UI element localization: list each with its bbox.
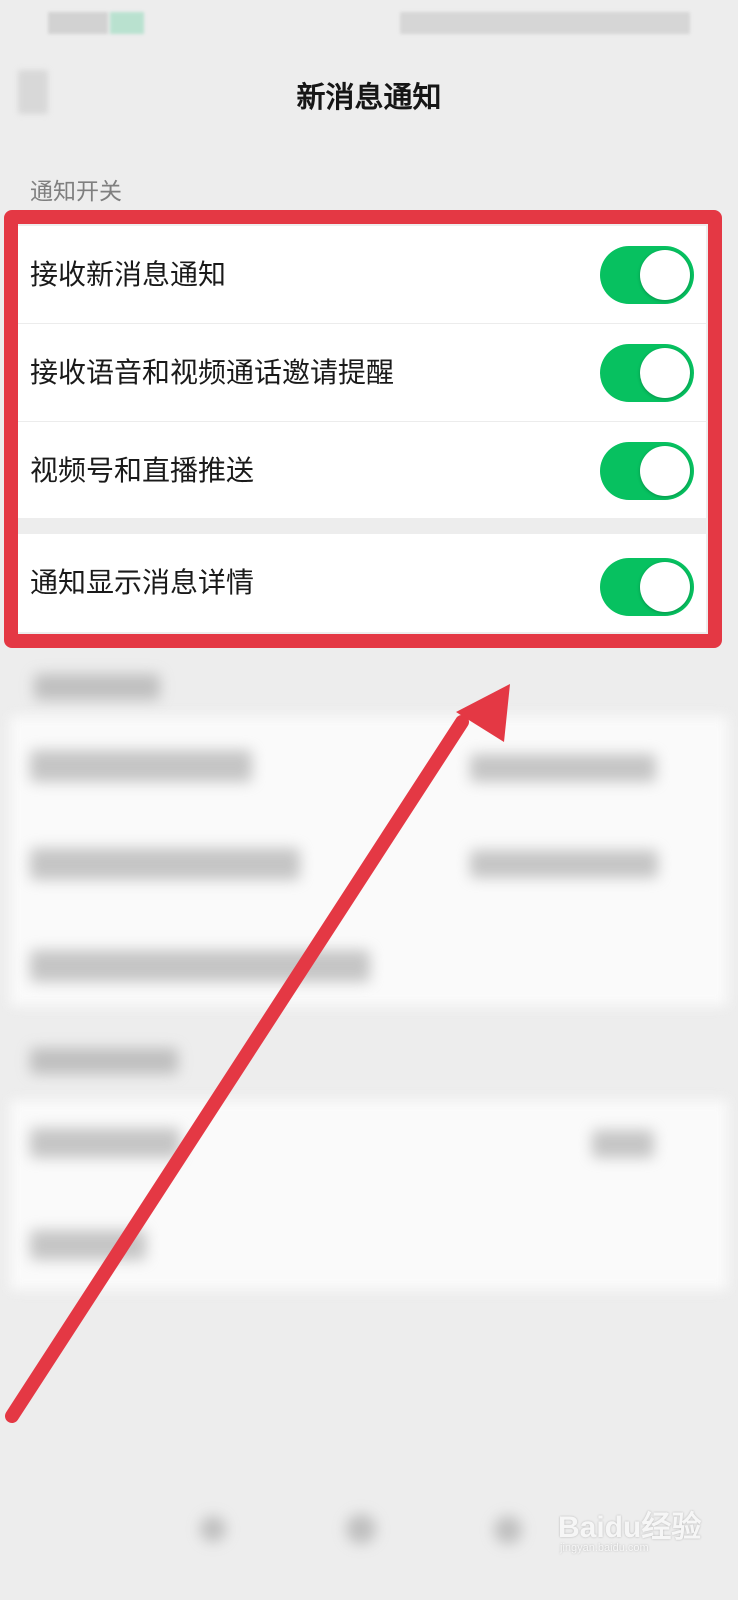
status-left-blur (48, 12, 108, 34)
toggle-knob (640, 446, 690, 496)
setting-label: 视频号和直播推送 (30, 454, 255, 487)
toggle-knob (640, 348, 690, 398)
blurred-row-value (470, 850, 658, 878)
toggle-knob (640, 562, 690, 612)
blurred-row-label (30, 950, 370, 982)
settings-group-details: 通知显示消息详情 (18, 534, 706, 632)
blurred-nav-icon (346, 1514, 376, 1544)
status-bar (0, 0, 738, 50)
section-header: 通知开关 (30, 179, 122, 205)
blurred-row-label (30, 848, 300, 880)
blurred-section-header (30, 1048, 178, 1074)
toggle-knob (640, 250, 690, 300)
toggle-switch[interactable] (600, 442, 694, 500)
status-left-accent-blur (110, 12, 144, 34)
setting-label: 接收新消息通知 (30, 258, 227, 291)
setting-label: 通知显示消息详情 (30, 566, 255, 599)
blurred-content (0, 650, 738, 1600)
setting-row-call-invite[interactable]: 接收语音和视频通话邀请提醒 (18, 324, 706, 422)
blurred-section-header (34, 674, 160, 700)
blurred-row-label (30, 1128, 180, 1158)
setting-row-channels-live[interactable]: 视频号和直播推送 (18, 422, 706, 520)
status-right-blur (400, 12, 690, 34)
blurred-row-label (30, 750, 252, 782)
blurred-row-label (30, 1230, 146, 1260)
page-title: 新消息通知 (296, 80, 442, 114)
nav-bar: 新消息通知 (0, 60, 738, 136)
setting-row-new-message[interactable]: 接收新消息通知 (18, 226, 706, 324)
blurred-nav-icon (494, 1516, 522, 1544)
blurred-nav-icon (200, 1516, 226, 1542)
settings-group-notifications: 接收新消息通知 接收语音和视频通话邀请提醒 视频号和直播推送 (18, 226, 706, 518)
blurred-row-value (470, 754, 656, 782)
toggle-switch[interactable] (600, 344, 694, 402)
watermark-url: jingyan.baidu.com (560, 1542, 649, 1554)
watermark-logo: Baidu经验 jingyan.baidu.com (558, 1502, 718, 1562)
setting-row-show-details[interactable]: 通知显示消息详情 (18, 534, 706, 632)
setting-label: 接收语音和视频通话邀请提醒 (30, 356, 395, 389)
watermark-brand: Baidu经验 (558, 1511, 702, 1544)
toggle-switch[interactable] (600, 246, 694, 304)
toggle-switch[interactable] (600, 558, 694, 616)
blurred-row-value (592, 1130, 654, 1158)
